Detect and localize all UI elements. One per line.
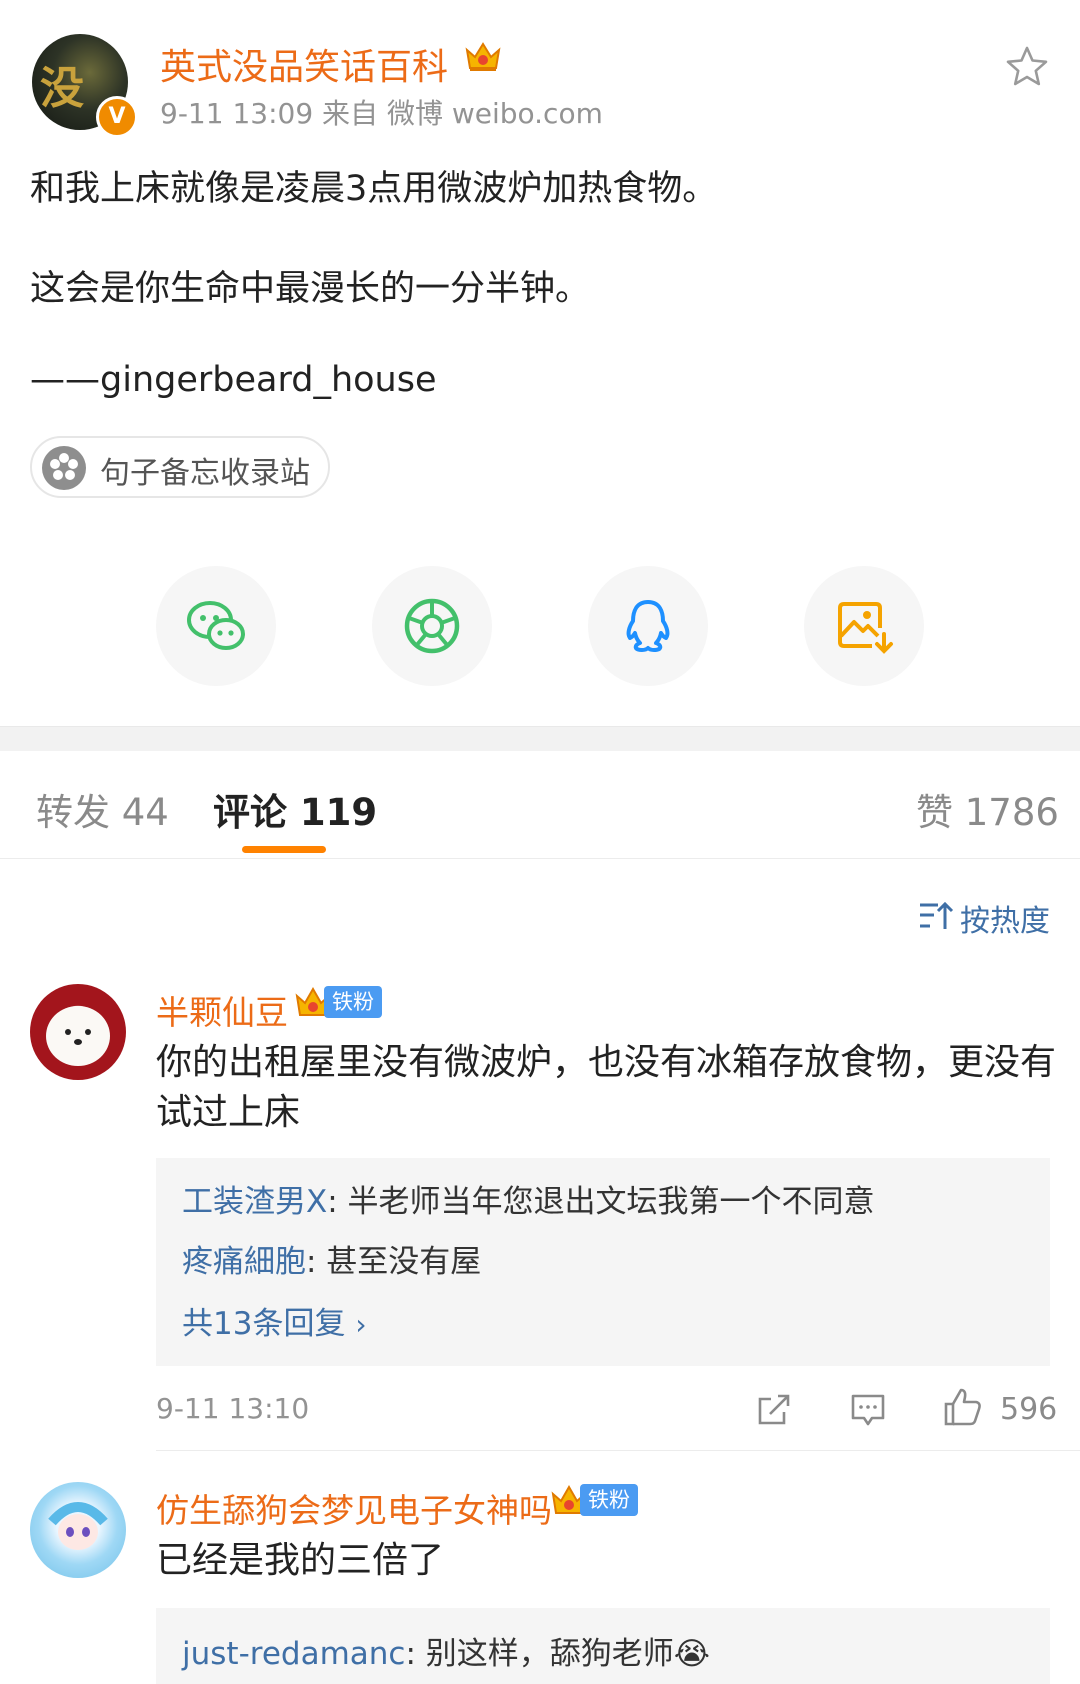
fan-badge: 铁粉 <box>324 986 382 1018</box>
tab-repost[interactable]: 转发 44 <box>36 782 169 836</box>
verified-badge: V <box>96 96 138 138</box>
comment-text: 已经是我的三倍了 <box>156 1540 445 1581</box>
topic-flower-icon <box>42 446 86 490</box>
comment-avatar[interactable] <box>30 984 126 1080</box>
reply-user[interactable]: 疼痛細胞 <box>182 1244 306 1280</box>
post-meta: 9-11 13:09 来自 微博 weibo.com <box>160 97 603 130</box>
comment-avatar[interactable] <box>30 1482 126 1578</box>
comment-author-name[interactable]: 仿生舔狗会梦见电子女神吗 <box>156 1484 552 1532</box>
reply-preview-box[interactable]: 工装渣男X: 半老师当年您退出文坛我第一个不同意 疼痛細胞: 甚至没有屋 共13… <box>156 1158 1050 1366</box>
save-image-button[interactable] <box>804 566 924 686</box>
section-divider <box>0 726 1080 751</box>
crown-icon <box>465 42 501 71</box>
reply-user[interactable]: 工装渣男X <box>182 1184 327 1220</box>
post-text-line-3: ——gingerbeard_house <box>30 360 437 400</box>
tab-likes[interactable]: 赞 1786 <box>916 782 1059 836</box>
like-count: 596 <box>1000 1392 1058 1427</box>
tab-comments[interactable]: 评论 119 <box>213 782 377 836</box>
topic-label: 句子备忘收录站 <box>100 456 310 491</box>
moments-icon <box>404 598 460 654</box>
share-moments-button[interactable] <box>372 566 492 686</box>
author-name[interactable]: 英式没品笑话百科 <box>160 38 448 90</box>
fan-badge: 铁粉 <box>580 1484 638 1516</box>
post-text-line-2: 这会是你生命中最漫长的一分半钟。 <box>30 269 591 309</box>
more-replies-label: 共13条回复 <box>182 1306 346 1342</box>
chevron-right-icon: › <box>355 1308 367 1341</box>
save-image-icon <box>838 602 893 654</box>
topic-pill[interactable]: 句子备忘收录站 <box>30 436 330 498</box>
reply-text: : 别这样，舔狗老师😭 <box>405 1636 710 1672</box>
reply-item: 工装渣男X: 半老师当年您退出文坛我第一个不同意 <box>182 1176 875 1221</box>
post-text-line-1: 和我上床就像是凌晨3点用微波炉加热食物。 <box>30 169 718 209</box>
qq-icon <box>626 600 670 652</box>
sort-icon[interactable] <box>918 900 954 932</box>
share-qq-button[interactable] <box>588 566 708 686</box>
reply-text: : 甚至没有屋 <box>306 1244 482 1280</box>
tabs-divider <box>0 858 1080 859</box>
reply-preview-box[interactable]: just-redamanc: 别这样，舔狗老师😭 <box>156 1608 1050 1684</box>
reply-item: 疼痛細胞: 甚至没有屋 <box>182 1236 481 1281</box>
share-wechat-button[interactable] <box>156 566 276 686</box>
comment-text: 你的出租屋里没有微波炉，也没有冰箱存放食物，更没有试过上床 <box>156 1042 1057 1133</box>
reply-comment-icon[interactable] <box>850 1392 886 1428</box>
reply-user[interactable]: just-redamanc <box>182 1636 405 1672</box>
comment-divider <box>156 1450 1080 1451</box>
comment-date: 9-11 13:10 <box>156 1392 310 1425</box>
more-replies-link[interactable]: 共13条回复 › <box>182 1298 367 1343</box>
reply-item: just-redamanc: 别这样，舔狗老师😭 <box>182 1628 710 1673</box>
avatar-glyph: 没 <box>40 63 84 114</box>
active-tab-indicator <box>242 846 326 853</box>
comment-author-name[interactable]: 半颗仙豆 <box>156 986 288 1034</box>
sort-by-heat[interactable]: 按热度 <box>960 896 1050 940</box>
wechat-icon <box>187 601 245 650</box>
reply-text: : 半老师当年您退出文坛我第一个不同意 <box>327 1184 875 1220</box>
share-comment-icon[interactable] <box>756 1392 792 1428</box>
like-thumb-icon[interactable] <box>942 1386 984 1428</box>
favorite-star-icon[interactable] <box>1004 44 1050 90</box>
